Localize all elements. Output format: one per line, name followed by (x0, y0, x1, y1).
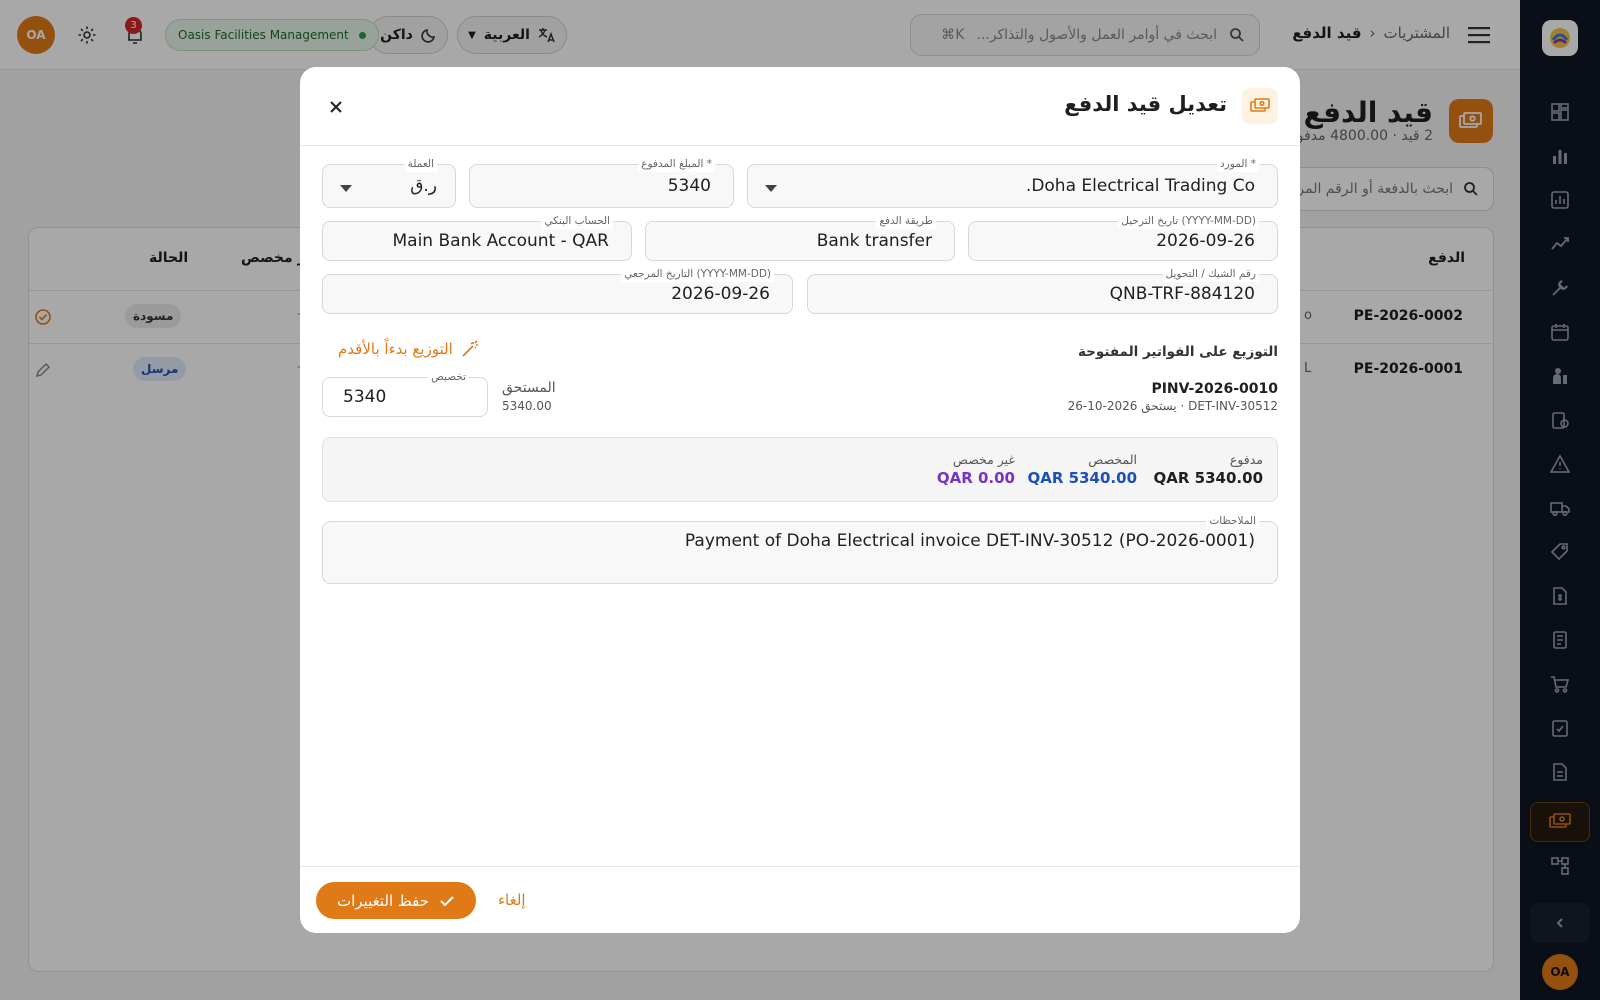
allocate-amount-label: تخصيص (428, 369, 469, 385)
currency-label: العملة (404, 156, 437, 172)
total-unallocated: غير مخصص QAR 0.00 (937, 452, 1015, 487)
total-unallocated-value: QAR 0.00 (936, 469, 1015, 487)
check-icon (440, 895, 454, 906)
total-unallocated-label: غير مخصص (952, 452, 1015, 467)
supplier-label: المورد * (1217, 156, 1259, 172)
bank-account-label: الحساب البنكي (541, 213, 613, 229)
posting-date-label: تاريخ الترحيل (YYYY-MM-DD) (1118, 213, 1259, 229)
total-paid-label: مدفوع (1229, 452, 1263, 467)
total-paid-value: QAR 5340.00 (1153, 469, 1263, 487)
modal-header: تعديل قيد الدفع (300, 67, 1300, 146)
bank-account-value: Main Bank Account - QAR (392, 231, 610, 251)
due-value: 5340.00 (502, 399, 552, 413)
reference-date-field[interactable]: التاريخ المرجعي (YYYY-MM-DD) 2026-09-26 (322, 266, 793, 314)
amount-paid-value: 5340 (667, 176, 711, 196)
save-changes-label: حفظ التغييرات (337, 891, 429, 910)
invoice-details: DET-INV-30512 · يستحق 2026-10-26 (1067, 399, 1278, 413)
magic-wand-icon (462, 340, 478, 357)
allocation-totals: مدفوع QAR 5340.00 المخصص QAR 5340.00 غير… (322, 437, 1278, 502)
total-allocated-label: المخصص (1088, 452, 1137, 467)
allocate-oldest-first-button[interactable]: التوزيع بدءاً بالأقدم (338, 340, 479, 358)
total-allocated-value: QAR 5340.00 (1027, 469, 1137, 487)
cheque-reference-value: QNB-TRF-884120 (1109, 284, 1255, 304)
payment-method-label: طريقة الدفع (876, 213, 936, 229)
posting-date-value: 2026-09-26 (1156, 231, 1255, 251)
allocation-section-title: التوزيع على الفواتير المفتوحة (1077, 344, 1278, 360)
caret-down-icon (337, 180, 355, 198)
amount-paid-field[interactable]: المبلغ المدفوع * 5340 (469, 156, 734, 208)
supplier-select[interactable]: المورد * Doha Electrical Trading Co. (747, 156, 1278, 208)
allocate-oldest-first-label: التوزيع بدءاً بالأقدم (338, 340, 453, 358)
modal-title: تعديل قيد الدفع (1064, 92, 1227, 116)
invoice-number: PINV-2026-0010 (1151, 381, 1278, 397)
edit-payment-modal: تعديل قيد الدفع المورد * Doha Electrical… (300, 67, 1300, 933)
cheque-reference-field[interactable]: رقم الشيك / التحويل QNB-TRF-884120 (807, 266, 1278, 314)
payment-entry-icon (1242, 88, 1278, 124)
bank-account-field[interactable]: الحساب البنكي Main Bank Account - QAR (322, 213, 632, 261)
cancel-button[interactable]: إلغاء (498, 891, 526, 909)
reference-date-value: 2026-09-26 (671, 284, 770, 304)
due-label: المستحق (502, 380, 556, 396)
close-icon[interactable] (324, 95, 348, 119)
notes-value: Payment of Doha Electrical invoice DET-I… (684, 531, 1255, 551)
modal-footer: حفظ التغييرات إلغاء (300, 866, 1300, 933)
allocate-amount-field[interactable]: تخصيص 5340 (322, 369, 488, 417)
total-paid: مدفوع QAR 5340.00 (1154, 452, 1263, 487)
payment-method-field[interactable]: طريقة الدفع Bank transfer (645, 213, 955, 261)
supplier-value: Doha Electrical Trading Co. (1025, 176, 1255, 196)
caret-down-icon (762, 180, 780, 198)
cheque-reference-label: رقم الشيك / التحويل (1162, 266, 1259, 282)
currency-select[interactable]: العملة ر.ق (322, 156, 456, 208)
allocate-amount-value: 5340 (343, 387, 387, 407)
total-allocated: المخصص QAR 5340.00 (1028, 452, 1137, 487)
payment-method-value: Bank transfer (816, 231, 932, 251)
posting-date-field[interactable]: تاريخ الترحيل (YYYY-MM-DD) 2026-09-26 (968, 213, 1278, 261)
save-changes-button[interactable]: حفظ التغييرات (316, 882, 476, 919)
currency-value: ر.ق (410, 176, 437, 196)
amount-paid-label: المبلغ المدفوع * (638, 156, 715, 172)
reference-date-label: التاريخ المرجعي (YYYY-MM-DD) (621, 266, 774, 282)
notes-textarea[interactable]: الملاحظات Payment of Doha Electrical inv… (322, 513, 1278, 584)
notes-label: الملاحظات (1206, 513, 1259, 529)
